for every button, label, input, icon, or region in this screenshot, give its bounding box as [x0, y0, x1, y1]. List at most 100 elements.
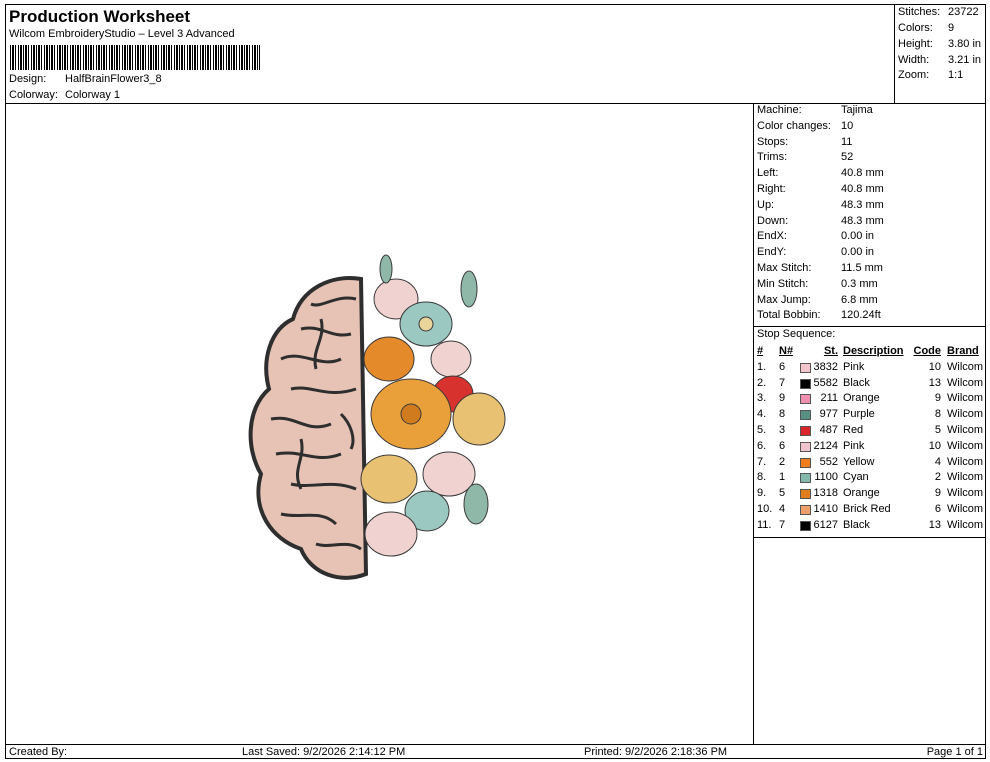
column-header: Code — [913, 345, 942, 357]
table-row: 4. 8 977 Purple 8 Wilcom — [754, 406, 986, 422]
thread-code: 10 — [928, 360, 941, 373]
needle-number: 3 — [779, 424, 786, 437]
row-index: 6. — [757, 439, 767, 452]
stitch-count: 211 — [820, 392, 838, 405]
needle-number: 7 — [779, 376, 786, 389]
info-row: Max Stitch: 11.5 mm — [754, 262, 986, 278]
info-label: Total Bobbin: — [757, 309, 821, 322]
stitch-count: 487 — [819, 424, 838, 437]
info-label: EndY: — [757, 246, 787, 259]
table-row: 5. 3 487 Red 5 Wilcom — [754, 422, 986, 438]
thread-code: 13 — [928, 518, 941, 531]
info-row: Up: 48.3 mm — [754, 199, 986, 215]
stitch-count: 1318 — [813, 487, 838, 500]
info-value: 11.5 mm — [841, 261, 883, 274]
column-header: # — [757, 345, 764, 357]
design-preview — [6, 104, 754, 744]
thread-code: 10 — [928, 439, 941, 452]
needle-number: 6 — [779, 360, 786, 373]
color-swatch — [800, 457, 811, 468]
thread-code: 9 — [934, 487, 941, 500]
design-value: HalfBrainFlower3_8 — [65, 73, 162, 85]
page-number: Page 1 of 1 — [926, 746, 983, 758]
info-row: EndY: 0.00 in — [754, 246, 986, 262]
info-value: 120.24ft — [841, 309, 881, 322]
stitch-count-cell: 1318 — [794, 485, 840, 501]
design-row: Design: HalfBrainFlower3_8 — [9, 73, 162, 85]
row-index: 5. — [757, 424, 767, 437]
color-swatch — [800, 505, 811, 516]
info-row: Color changes: 10 — [754, 120, 986, 136]
info-value: 52 — [841, 151, 854, 164]
color-swatch — [800, 473, 811, 484]
color-swatch — [800, 362, 811, 373]
stop-sequence-table: # N# St. Description Code Brand 1. 6 3832 P… — [754, 343, 986, 538]
thread-brand: Wilcom — [947, 455, 984, 468]
stitch-count-cell: 211 — [794, 391, 840, 407]
needle-number: 6 — [779, 439, 786, 452]
row-index: 10. — [757, 503, 773, 516]
row-index: 11. — [757, 518, 772, 531]
needle-number: 9 — [779, 392, 786, 405]
table-row: 8. 1 1100 Cyan 2 Wilcom — [754, 470, 986, 486]
table-row: 6. 6 2124 Pink 10 Wilcom — [754, 438, 986, 454]
stitch-count-cell: 3832 — [794, 359, 840, 375]
table-row: 11. 7 6127 Black 13 Wilcom — [754, 517, 986, 533]
info-value: 48.3 mm — [841, 198, 884, 211]
thread-description: Orange — [843, 487, 880, 500]
info-label: Left: — [757, 167, 779, 180]
embroidery-design-image — [248, 254, 506, 580]
stat-value: 9 — [948, 22, 955, 34]
info-label: Stops: — [757, 135, 789, 148]
thread-brand: Wilcom — [947, 408, 984, 421]
needle-number: 7 — [779, 518, 786, 531]
row-index: 1. — [757, 360, 767, 373]
machine-info: Machine: Tajima Color changes: 10 Stops: 11… — [754, 104, 986, 325]
row-index: 2. — [757, 376, 767, 389]
info-label: Max Stitch: — [757, 261, 812, 274]
thread-code: 5 — [934, 424, 941, 437]
stitch-count: 1410 — [813, 503, 838, 516]
stitch-count-cell: 6127 — [794, 517, 840, 533]
page-title: Production Worksheet — [9, 7, 191, 26]
stitch-count-cell: 2124 — [794, 438, 840, 454]
stitch-count-cell: 1410 — [794, 501, 840, 517]
thread-brand: Wilcom — [947, 487, 984, 500]
thread-description: Yellow — [843, 455, 875, 468]
colorway-value: Colorway 1 — [65, 89, 121, 101]
info-label: Min Stitch: — [757, 277, 809, 290]
thread-brand: Wilcom — [947, 518, 984, 531]
info-value: 40.8 mm — [841, 167, 884, 180]
thread-description: Pink — [843, 439, 865, 452]
row-index: 3. — [757, 392, 767, 405]
colorway-row: Colorway: Colorway 1 — [9, 89, 120, 101]
stat-value: 3.21 in — [948, 54, 982, 66]
stitch-count: 977 — [819, 408, 838, 421]
stat-label: Height: — [898, 38, 933, 50]
stitch-count-cell: 552 — [794, 454, 840, 470]
info-row: Right: 40.8 mm — [754, 183, 986, 199]
stat-label: Stitches: — [898, 6, 941, 18]
info-row: Down: 48.3 mm — [754, 215, 986, 231]
stat-row: Zoom: 1:1 — [898, 69, 963, 81]
printed-date: Printed: 9/2/2026 2:18:36 PM — [584, 746, 728, 758]
thread-code: 13 — [928, 376, 941, 389]
thread-description: Purple — [843, 408, 875, 421]
info-value: 10 — [841, 119, 854, 132]
color-swatch — [800, 410, 811, 421]
info-label: Down: — [757, 214, 789, 227]
stop-sequence-title: Stop Sequence: — [754, 326, 986, 341]
stat-value: 3.80 in — [948, 38, 982, 50]
info-label: Color changes: — [757, 119, 831, 132]
thread-brand: Wilcom — [947, 376, 984, 389]
thread-brand: Wilcom — [947, 424, 984, 437]
row-index: 7. — [757, 455, 767, 468]
stat-label: Zoom: — [898, 69, 930, 81]
info-label: Max Jump: — [757, 293, 811, 306]
thread-description: Orange — [843, 392, 880, 405]
stat-label: Width: — [898, 54, 930, 66]
info-label: Up: — [757, 198, 775, 211]
info-value: 0.3 mm — [841, 277, 878, 290]
info-row: Trims: 52 — [754, 151, 986, 167]
column-header: Brand — [947, 345, 979, 357]
